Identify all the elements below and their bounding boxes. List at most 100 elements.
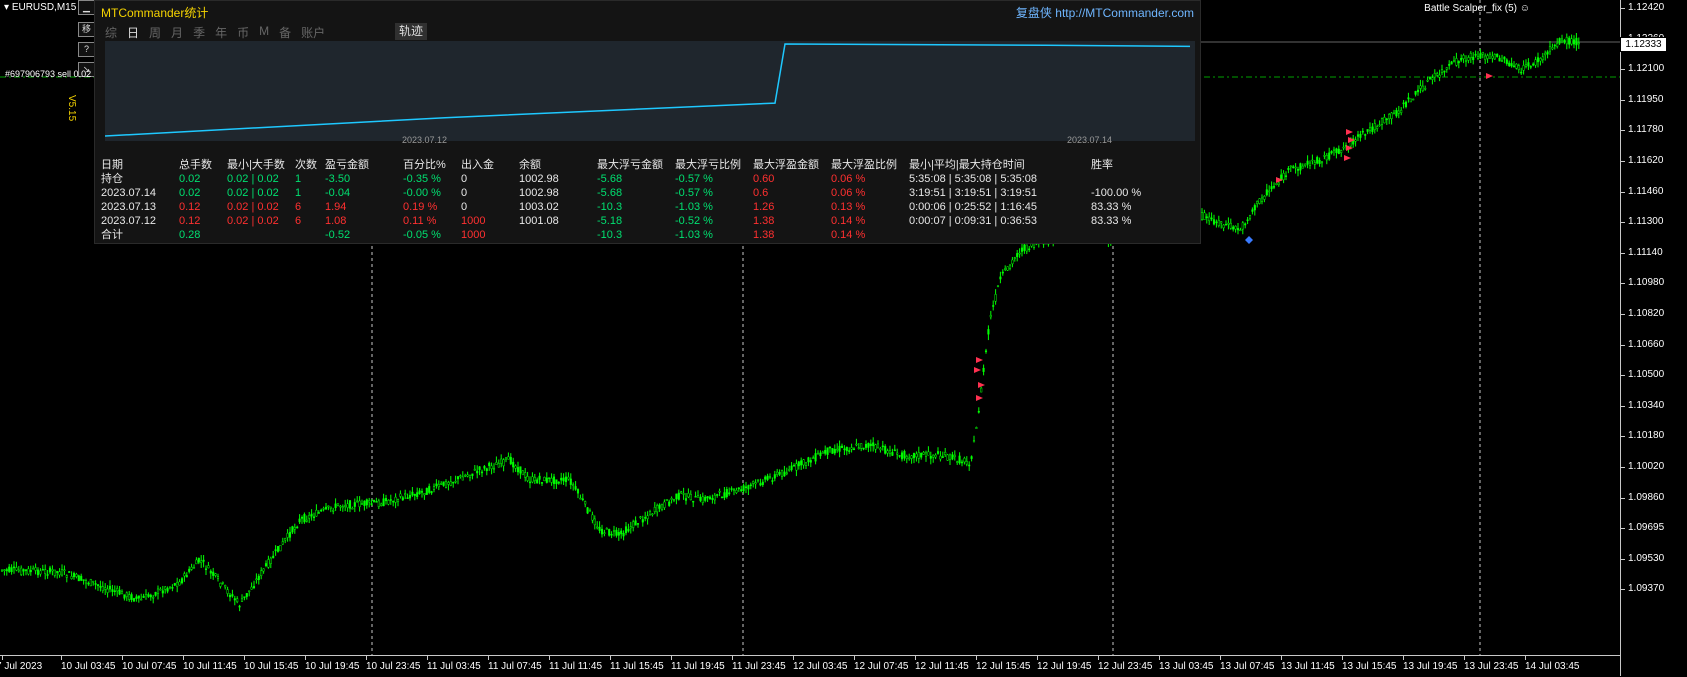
time-tick-label: 12 Jul 11:45 <box>915 661 969 672</box>
price-axis[interactable]: 1.124201.122601.121001.119501.117801.116… <box>1620 0 1687 676</box>
table-row[interactable]: 2023.07.12 0.12 0.02 | 0.02 6 1.08 0.11 % 1000… <box>101 214 1151 228</box>
candle-body <box>425 488 428 495</box>
tab-4[interactable]: 季 <box>193 24 205 41</box>
tab-6[interactable]: 币 <box>237 24 249 41</box>
candle-body <box>111 589 114 592</box>
candle-body <box>812 457 815 460</box>
order-label[interactable]: #697906793 sell 0.02 <box>5 69 91 79</box>
time-tick-mark <box>244 656 245 660</box>
time-tick-label: 11 Jul 11:45 <box>549 661 603 672</box>
candle-body <box>658 504 661 509</box>
help-button[interactable]: ? <box>78 42 95 57</box>
table-body: 持仓 0.02 0.02 | 0.02 1 -3.50 -0.35 % 0 1002.98 -5… <box>101 172 1151 242</box>
candle-body <box>353 502 356 507</box>
brand-link[interactable]: 复盘侠 http://MTCommander.com <box>1016 4 1194 21</box>
candle-body <box>591 514 594 521</box>
tab-5[interactable]: 年 <box>215 24 227 41</box>
candle-body <box>1505 59 1508 64</box>
tab-7[interactable]: M <box>259 24 269 41</box>
candle-body <box>3 569 6 571</box>
candle-body <box>999 276 1002 280</box>
candle-body <box>1472 56 1475 61</box>
candle-body <box>675 493 678 500</box>
table-cell: 0.02 | 0.02 <box>227 187 279 199</box>
candle-body <box>171 587 174 589</box>
candle-body <box>670 497 673 500</box>
candle-body <box>780 470 784 477</box>
tab-3[interactable]: 月 <box>171 24 183 41</box>
candle-body <box>1251 209 1254 212</box>
candle-body <box>687 493 690 498</box>
candle-body <box>725 489 728 498</box>
candle-body <box>742 485 745 492</box>
table-row[interactable]: 2023.07.13 0.12 0.02 | 0.02 6 1.94 0.19 % 0 100… <box>101 200 1151 214</box>
price-tick-mark <box>1621 589 1625 591</box>
time-tick-label: 11 Jul 03:45 <box>427 661 481 672</box>
candle-body <box>603 532 606 534</box>
candle-body <box>533 476 536 481</box>
statistics-panel: MTCommander统计 复盘侠 http://MTCommander.com… <box>94 0 1201 244</box>
tab-9[interactable]: 账户 <box>301 24 325 41</box>
candle-body <box>543 476 546 482</box>
candle-body <box>1328 152 1331 160</box>
time-tick-mark <box>915 656 916 660</box>
time-axis[interactable]: 7 Jul 2023 10 Jul 03:45 10 Jul 07:45 10 Jul… <box>0 655 1620 677</box>
price-tick-label: 1.10500 <box>1628 369 1665 381</box>
candle-body <box>1378 124 1381 127</box>
candle-body <box>255 578 258 581</box>
table-cell: 1003.02 <box>519 201 559 213</box>
candle-body <box>1284 175 1288 177</box>
tab-8[interactable]: 备 <box>279 24 291 41</box>
candle-body <box>216 576 220 579</box>
price-tick-label: 1.12100 <box>1628 63 1665 75</box>
candle-body <box>888 450 892 455</box>
track-button[interactable]: 轨迹 <box>395 23 427 40</box>
candle-body <box>516 467 520 473</box>
table-row[interactable]: 合计 0.28 -0.52 -0.05 % 1000 -10.3 -1.03 % 1.38 0.… <box>101 228 1151 242</box>
tab-0[interactable]: 综 <box>105 24 117 41</box>
candle-body <box>1318 159 1321 164</box>
candle-body <box>1452 60 1456 62</box>
candle-body <box>579 497 582 500</box>
candle-body <box>1356 134 1360 137</box>
tab-2[interactable]: 周 <box>149 24 161 41</box>
candle-body <box>1380 118 1384 125</box>
table-cell: 0 <box>461 201 468 213</box>
menu-triangle-icon[interactable]: ▾ <box>4 2 9 13</box>
candle-body <box>867 442 870 448</box>
table-cell: 1.94 <box>325 201 347 213</box>
candle-body <box>1421 85 1424 92</box>
column-header: 最大浮亏金额 <box>597 159 663 171</box>
candle-body <box>1376 126 1379 129</box>
tab-1[interactable]: 日 <box>127 24 139 41</box>
candle-body <box>1239 229 1242 232</box>
brand-url[interactable]: http://MTCommander.com <box>1055 6 1194 20</box>
minimize-button[interactable]: ▁ <box>78 0 95 15</box>
candle-body <box>1400 109 1403 113</box>
candle-body <box>1424 87 1427 90</box>
price-tick-mark <box>1621 497 1625 499</box>
price-chart[interactable]: ▾ EURUSD,M15 Battle Scalper_fix (5) ☺ ▁ … <box>0 0 1620 655</box>
candle-body <box>1414 91 1417 95</box>
candle-body <box>692 500 695 503</box>
table-row[interactable]: 持仓 0.02 0.02 | 0.02 1 -3.50 -0.35 % 0 1002.98 -5… <box>101 172 1151 186</box>
candle-body <box>730 488 733 490</box>
candle-body <box>574 486 577 490</box>
move-button[interactable]: 移 <box>78 22 95 37</box>
candle-body <box>876 443 880 449</box>
candle-body <box>920 452 923 458</box>
table-cell: 0.02 <box>179 173 201 185</box>
table-row[interactable]: 2023.07.14 0.02 0.02 | 0.02 1 -0.04 -0.00 % 0 1… <box>101 186 1151 200</box>
expert-advisor-label[interactable]: Battle Scalper_fix (5) ☺ <box>1424 3 1530 14</box>
column-header: 盈亏金额 <box>325 159 369 171</box>
candle-body <box>207 565 210 569</box>
candle-body <box>416 492 419 497</box>
candle-body <box>785 472 788 475</box>
candle-body <box>135 596 138 599</box>
price-tick-label: 1.11620 <box>1628 155 1664 166</box>
candle-body <box>1205 216 1208 218</box>
candle-body <box>1474 53 1477 56</box>
candle-body <box>106 588 109 593</box>
candle-body <box>744 486 748 489</box>
candle-body <box>996 285 1000 288</box>
